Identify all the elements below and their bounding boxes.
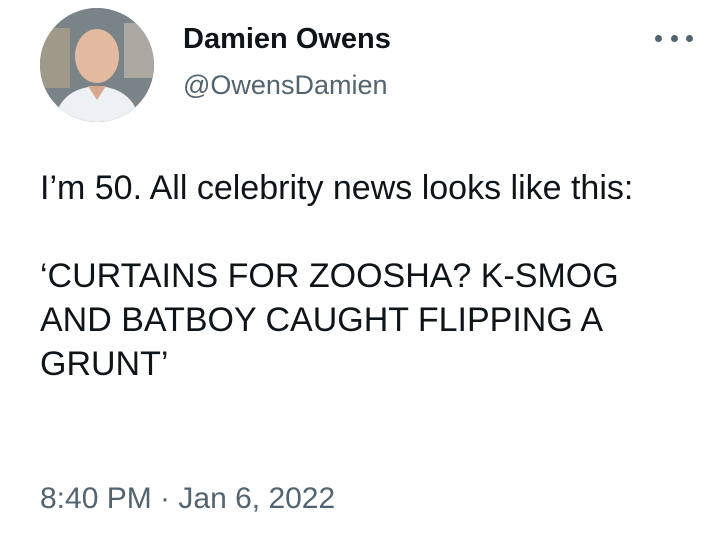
tweet-text: I’m 50. All celebrity news looks like th…: [40, 166, 690, 386]
tweet-text-paragraph-1: I’m 50. All celebrity news looks like th…: [40, 169, 634, 207]
author-display-name[interactable]: Damien Owens: [183, 22, 391, 56]
author-handle[interactable]: @OwensDamien: [183, 69, 387, 101]
tweet-card: Damien Owens @OwensDamien I’m 50. All ce…: [0, 0, 711, 546]
more-dot: [686, 34, 693, 42]
more-horizontal-icon[interactable]: [655, 26, 693, 50]
avatar-photo: [40, 8, 154, 122]
more-dot: [670, 34, 678, 42]
more-dot: [655, 34, 662, 42]
tweet-text-paragraph-2: ‘CURTAINS FOR ZOOSHA? K-SMOG AND BATBOY …: [40, 257, 627, 383]
avatar[interactable]: [40, 8, 154, 122]
tweet-timestamp[interactable]: 8:40 PM · Jan 6, 2022: [40, 481, 335, 517]
